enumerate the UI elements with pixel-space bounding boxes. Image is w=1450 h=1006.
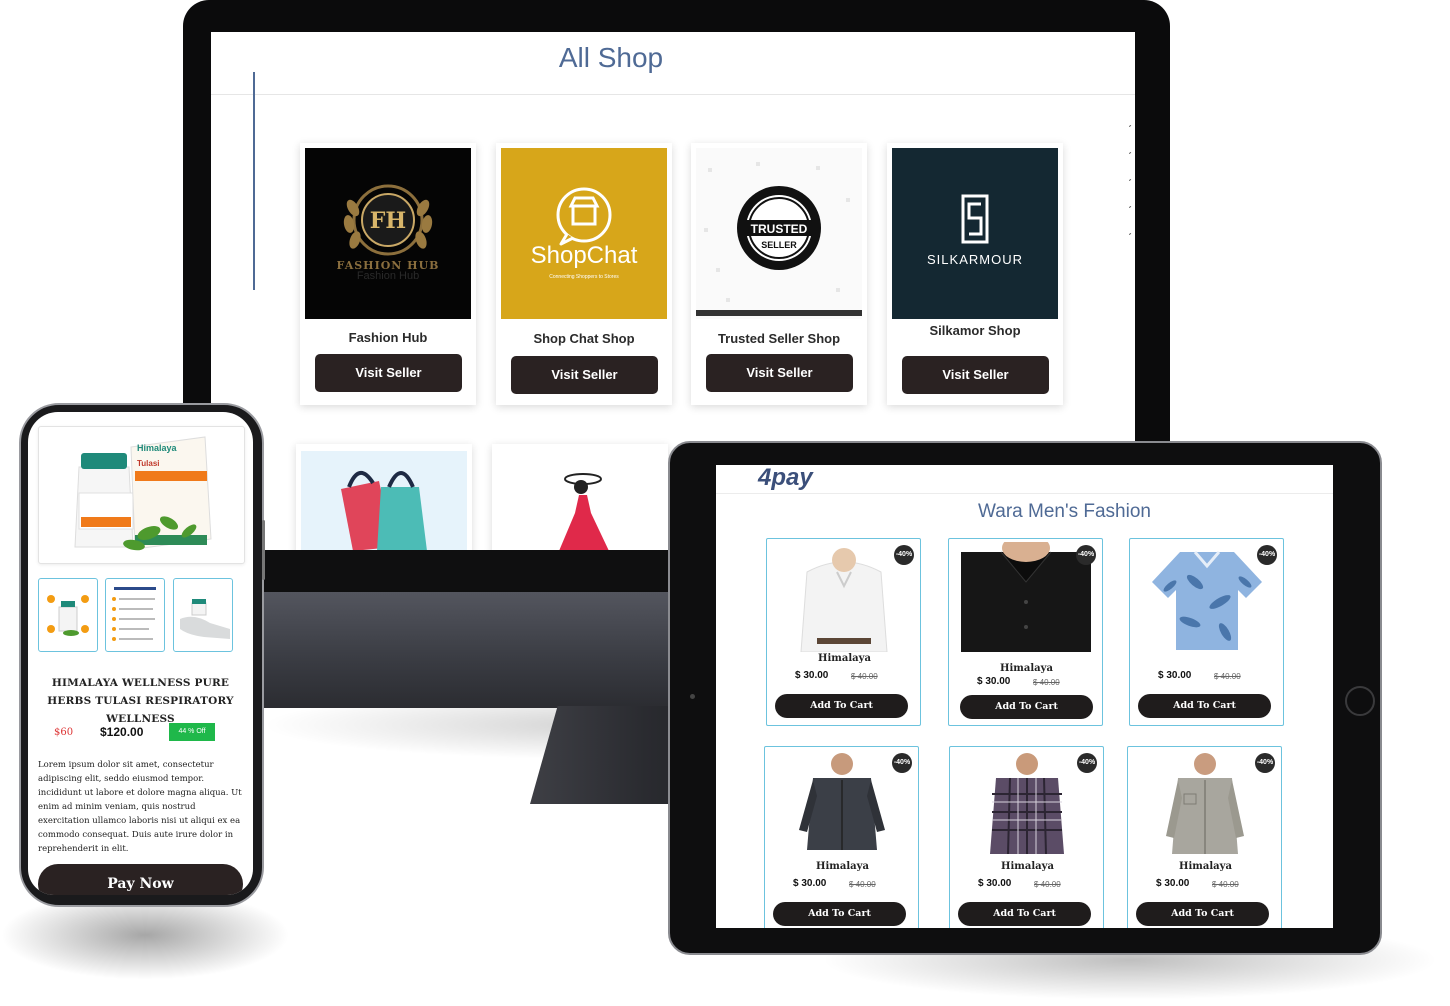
add-to-cart-button[interactable]: Add To Cart xyxy=(958,902,1091,926)
package-name-text: Tulasi xyxy=(137,459,160,468)
product-card[interactable]: -40% $ 30.00 $ 40.00 Add To Cart xyxy=(1129,538,1284,726)
product-image xyxy=(970,750,1084,860)
scroll-tick-icons: ˊˊˊˊˊ xyxy=(1128,123,1132,245)
product-brand: Himalaya xyxy=(816,861,869,872)
product-old-price: $ 40.00 xyxy=(1034,880,1061,889)
product-brand: Himalaya xyxy=(818,653,871,664)
add-to-cart-button[interactable]: Add To Cart xyxy=(1138,694,1271,718)
tablet-screen: 4pay Wara Men's Fashion -40% Himalaya $ … xyxy=(716,465,1333,928)
product-old-price: $ 40.00 xyxy=(1214,672,1241,681)
visit-seller-button[interactable]: Visit Seller xyxy=(315,354,462,392)
shop-logo-text: ShopChat xyxy=(530,242,638,269)
product-price: $ 30.00 xyxy=(978,878,1012,889)
shop-logo: FH FASHION HUB Fashion Hub xyxy=(305,148,471,319)
discount-badge: -40% xyxy=(1077,753,1097,773)
product-old-price: $ 40.00 xyxy=(1033,678,1060,687)
product-title: HIMALAYA WELLNESS PURE HERBS TULASI RESP… xyxy=(47,677,234,725)
product-brand: Himalaya xyxy=(1179,861,1232,872)
product-description: Lorem ipsum dolor sit amet, consectetur … xyxy=(38,760,242,854)
add-to-cart-button[interactable]: Add To Cart xyxy=(960,695,1093,719)
shop-name: Fashion Hub xyxy=(348,330,428,345)
shop-logo: SILKARMOUR xyxy=(892,148,1058,319)
store-title: Wara Men's Fashion xyxy=(978,501,1151,522)
tablet-camera xyxy=(690,694,695,699)
shop-name: Trusted Seller Shop xyxy=(717,331,841,346)
shop-name: Silkamor Shop xyxy=(929,323,1021,338)
product-price: $ 30.00 xyxy=(1158,670,1192,681)
shop-card: FH FASHION HUB Fashion Hub Fashion Hub V… xyxy=(300,143,476,405)
discount-badge: -40% xyxy=(1255,753,1275,773)
header-divider xyxy=(211,94,1135,95)
product-price: $120.00 xyxy=(100,725,144,739)
discount-badge: -40% xyxy=(1257,545,1277,565)
product-image xyxy=(1150,542,1264,652)
product-thumbnail[interactable] xyxy=(173,578,233,652)
product-old-price: $ 40.00 xyxy=(851,672,878,681)
fashion-woman-icon xyxy=(497,451,663,550)
discount-badge: -40% xyxy=(894,545,914,565)
svg-text:FH: FH xyxy=(370,208,406,234)
product-old-price: $ 40.00 xyxy=(1212,880,1239,889)
package-brand-text: Himalaya xyxy=(137,443,177,453)
discount-badge: -40% xyxy=(892,753,912,773)
shopping-bags-icon xyxy=(301,451,467,550)
add-to-cart-button[interactable]: Add To Cart xyxy=(1136,902,1269,926)
product-price: $ 30.00 xyxy=(1156,878,1190,889)
phone-screen: Himalaya Tulasi HIMALAYA WELLNESS PURE H… xyxy=(28,412,253,895)
shop-logo-subtext: Fashion Hub xyxy=(356,270,420,282)
page-title: All Shop xyxy=(558,42,664,73)
discount-badge: -40% xyxy=(1076,545,1096,565)
brand-logo[interactable]: 4pay xyxy=(758,465,813,492)
shop-name: Shop Chat Shop xyxy=(533,331,635,346)
discount-badge: 44 % Off xyxy=(169,723,215,741)
product-brand: Himalaya xyxy=(1001,861,1054,872)
visit-seller-button[interactable]: Visit Seller xyxy=(511,356,658,394)
shop-logo-subtext: SELLER xyxy=(761,240,797,250)
product-brand: Himalaya xyxy=(1000,663,1053,674)
product-thumbnail[interactable] xyxy=(38,578,98,652)
laurel-wreath-icon: FH xyxy=(343,184,433,256)
shop-card xyxy=(492,444,668,550)
product-price: $ 30.00 xyxy=(977,676,1011,687)
product-thumbnail[interactable] xyxy=(105,578,165,652)
add-to-cart-button[interactable]: Add To Cart xyxy=(773,902,906,926)
side-accent-line xyxy=(253,72,255,290)
product-image xyxy=(1148,750,1262,860)
shop-logo-text: TRUSTED xyxy=(750,222,808,236)
product-image xyxy=(961,542,1091,652)
product-card[interactable]: -40% Himalaya $ 30.00 $ 40.00 Add To Car… xyxy=(1127,746,1282,928)
visit-seller-button[interactable]: Visit Seller xyxy=(902,356,1049,394)
product-card[interactable]: -40% Himalaya $ 30.00 $ 40.00 Add To Car… xyxy=(948,538,1103,726)
product-card[interactable]: -40% Himalaya $ 30.00 $ 40.00 Add To Car… xyxy=(766,538,921,726)
shop-card: TRUSTED SELLER Trusted Seller Shop Visit… xyxy=(691,143,867,405)
shop-logo-text: SILKARMOUR xyxy=(927,252,1023,267)
shop-card: ShopChat Connecting Shoppers to Stores S… xyxy=(496,143,672,405)
shop-logo: TRUSTED SELLER xyxy=(696,148,862,319)
tablet-home-button[interactable] xyxy=(1345,686,1375,716)
chat-shop-icon xyxy=(556,187,612,246)
phone-side-button xyxy=(262,520,265,580)
silkarmour-s-icon xyxy=(961,194,989,244)
shop-logo-subtext: Connecting Shoppers to Stores xyxy=(549,274,619,280)
product-card[interactable]: -40% Himalaya $ 30.00 $ 40.00 Add To Car… xyxy=(949,746,1104,928)
visit-seller-button[interactable]: Visit Seller xyxy=(706,354,853,392)
product-old-price: $ 40.00 xyxy=(849,880,876,889)
shop-card xyxy=(296,444,472,550)
pay-now-button[interactable]: Pay Now xyxy=(38,864,243,895)
product-main-image[interactable]: Himalaya Tulasi xyxy=(38,426,245,564)
shop-logo: ShopChat Connecting Shoppers to Stores xyxy=(501,148,667,319)
header-divider xyxy=(716,493,1333,494)
add-to-cart-button[interactable]: Add To Cart xyxy=(775,694,908,718)
shop-card: SILKARMOUR Silkamor Shop Visit Seller xyxy=(887,143,1063,405)
product-image xyxy=(785,750,899,860)
product-image xyxy=(787,542,901,652)
product-card[interactable]: -40% Himalaya $ 30.00 $ 40.00 Add To Car… xyxy=(764,746,919,928)
product-old-price: $60 xyxy=(54,727,74,738)
product-price: $ 30.00 xyxy=(793,878,827,889)
product-price: $ 30.00 xyxy=(795,670,829,681)
